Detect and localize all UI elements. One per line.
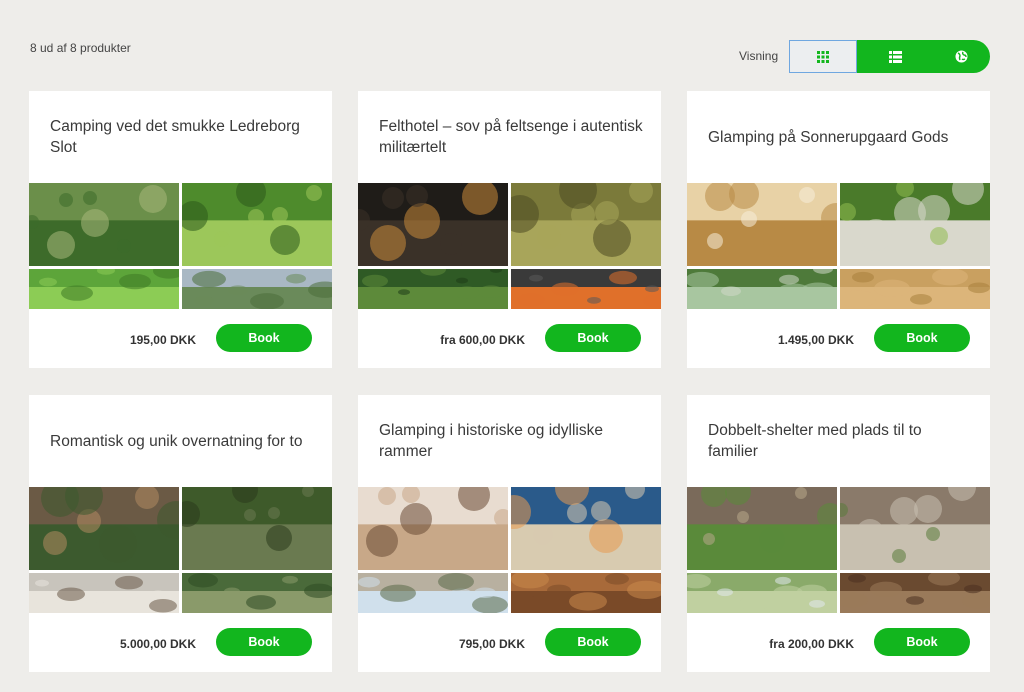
product-gallery <box>29 183 332 309</box>
product-image[interactable] <box>29 487 179 570</box>
product-card[interactable]: Dobbelt-shelter med plads til to familie… <box>687 395 990 672</box>
product-image[interactable] <box>358 183 508 266</box>
product-image[interactable] <box>840 573 990 613</box>
product-card[interactable]: Romantisk og unik overnatning for to 5.00… <box>29 395 332 672</box>
product-image[interactable] <box>687 269 837 309</box>
globe-icon <box>955 50 968 63</box>
product-image[interactable] <box>511 269 661 309</box>
product-card[interactable]: Camping ved det smukke Ledreborg Slot 195… <box>29 91 332 368</box>
product-price: fra 200,00 DKK <box>769 637 854 651</box>
product-image[interactable] <box>182 487 332 570</box>
product-image[interactable] <box>687 573 837 613</box>
product-title[interactable]: Camping ved det smukke Ledreborg Slot <box>50 91 314 183</box>
book-button[interactable]: Book <box>874 628 970 656</box>
book-button[interactable]: Book <box>545 628 641 656</box>
product-price: 795,00 DKK <box>458 637 525 651</box>
product-gallery <box>358 487 661 613</box>
product-image[interactable] <box>840 269 990 309</box>
product-title[interactable]: Glamping på Sonnerupgaard Gods <box>708 91 972 183</box>
book-button[interactable]: Book <box>545 324 641 352</box>
product-image[interactable] <box>511 183 661 266</box>
grid-view-button[interactable] <box>789 40 857 73</box>
product-gallery <box>358 183 661 309</box>
product-image[interactable] <box>29 183 179 266</box>
product-gallery <box>687 183 990 309</box>
book-button[interactable]: Book <box>216 324 312 352</box>
product-image[interactable] <box>840 487 990 570</box>
list-icon <box>888 50 902 63</box>
product-price: fra 600,00 DKK <box>440 333 525 347</box>
results-count: 8 ud af 8 produkter <box>30 41 131 55</box>
product-card[interactable]: Felthotel – sov på feltsenge i autentisk… <box>358 91 661 368</box>
book-button[interactable]: Book <box>216 628 312 656</box>
product-image[interactable] <box>358 487 508 570</box>
product-card[interactable]: Glamping i historiske og idylliske ramme… <box>358 395 661 672</box>
product-image[interactable] <box>511 487 661 570</box>
product-image[interactable] <box>511 573 661 613</box>
product-image[interactable] <box>29 573 179 613</box>
product-image[interactable] <box>687 183 837 266</box>
product-gallery <box>687 487 990 613</box>
product-price: 1.495,00 DKK <box>777 333 854 347</box>
product-image[interactable] <box>358 573 508 613</box>
view-toggle <box>789 40 990 73</box>
list-view-button[interactable] <box>857 40 933 73</box>
product-image[interactable] <box>687 487 837 570</box>
product-price: 195,00 DKK <box>129 333 196 347</box>
book-button[interactable]: Book <box>874 324 970 352</box>
map-view-button[interactable] <box>933 40 990 73</box>
product-image[interactable] <box>182 183 332 266</box>
product-card[interactable]: Glamping på Sonnerupgaard Gods 1.495,00 D… <box>687 91 990 368</box>
product-image[interactable] <box>29 269 179 309</box>
product-gallery <box>29 487 332 613</box>
product-price: 5.000,00 DKK <box>119 637 196 651</box>
product-image[interactable] <box>182 573 332 613</box>
product-title[interactable]: Glamping i historiske og idylliske ramme… <box>379 395 643 487</box>
product-image[interactable] <box>182 269 332 309</box>
product-title[interactable]: Felthotel – sov på feltsenge i autentisk… <box>379 91 643 183</box>
view-label: Visning <box>739 49 779 63</box>
product-image[interactable] <box>358 269 508 309</box>
grid-icon <box>817 50 829 63</box>
product-image[interactable] <box>840 183 990 266</box>
product-title[interactable]: Romantisk og unik overnatning for to <box>50 395 314 487</box>
product-title[interactable]: Dobbelt-shelter med plads til to familie… <box>708 395 972 487</box>
